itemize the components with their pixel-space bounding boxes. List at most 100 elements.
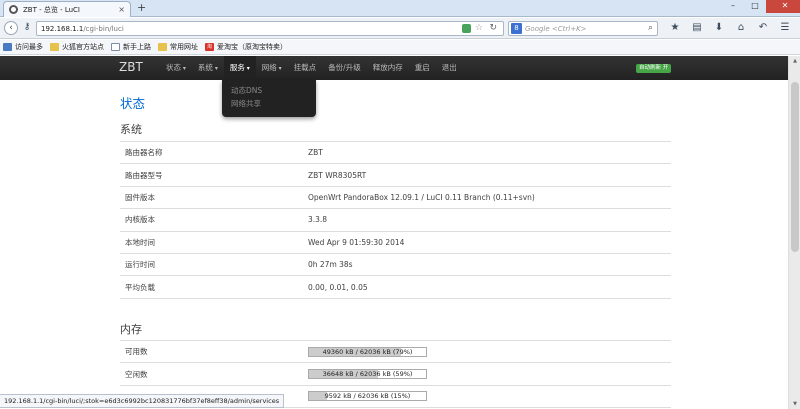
bookmark-star-icon[interactable]: ☆ — [475, 22, 483, 35]
menu-item[interactable]: 服务 ▾ — [223, 56, 256, 80]
url-host: 192.168.1.1 — [41, 24, 84, 33]
back-icon[interactable]: ‹ — [4, 21, 18, 35]
row-value: 9592 kB / 62036 kB (15%) — [308, 384, 671, 409]
minimize-button[interactable]: – — [722, 0, 744, 13]
browser-tab[interactable]: ZBT - 总览 - LuCI × — [3, 1, 131, 17]
menu-item[interactable]: 挂载点 — [288, 56, 323, 80]
brand-logo[interactable]: ZBT — [119, 60, 143, 74]
bookmark-list-icon[interactable]: ▤ — [686, 22, 708, 34]
memory-progress-bar: 9592 kB / 62036 kB (15%) — [308, 391, 427, 402]
status-bar-url: 192.168.1.1/cgi-bin/luci/;stok=e6d3c6992… — [0, 394, 285, 408]
row-label: 可用数 — [120, 339, 308, 363]
bookmark-label: 访问最多 — [15, 43, 43, 51]
scrollbar-thumb[interactable] — [791, 82, 799, 252]
menu-item-label: 释放内存 — [372, 63, 403, 72]
caret-down-icon: ▾ — [181, 65, 186, 72]
row-label: 平均负载 — [120, 275, 308, 299]
caret-down-icon: ▾ — [276, 65, 282, 72]
table-row: 可用数 49360 kB / 62036 kB (79%) — [120, 339, 671, 363]
row-value: ZBT WR8305RT — [308, 163, 671, 187]
bookmark-label: 新手上路 — [123, 43, 151, 51]
row-label: 路由器型号 — [120, 163, 308, 187]
undo-icon[interactable]: ↶ — [752, 22, 774, 34]
menu-item[interactable]: 网络 ▾ — [256, 56, 288, 80]
row-value: Wed Apr 9 01:59:30 2014 — [308, 230, 671, 254]
new-tab-button[interactable]: + — [137, 2, 146, 14]
navigation-toolbar: ‹ ⚷ 192.168.1.1/cgi-bin/luci ☆ ↻ 8 Googl… — [0, 18, 800, 39]
row-label: 空闲数 — [120, 362, 308, 386]
dropdown-item-network-share[interactable]: 网络共享 — [222, 97, 316, 110]
table-row: 平均负载 0.00, 0.01, 0.05 — [120, 275, 671, 299]
row-label: 运行时间 — [120, 252, 308, 276]
caret-down-icon: ▾ — [244, 65, 250, 72]
bookmark-item[interactable]: 淘爱淘宝（原淘宝特卖） — [205, 42, 287, 52]
url-bar[interactable]: 192.168.1.1/cgi-bin/luci ☆ ↻ — [36, 21, 504, 36]
menu-item[interactable]: 重启 — [409, 56, 436, 80]
toolbar-icons: ★ ▤ ⬇ ⌂ ↶ ☰ — [664, 22, 796, 34]
tab-favicon-icon — [9, 5, 18, 14]
menu-item-label: 系统 — [197, 63, 213, 72]
title-bar: ZBT - 总览 - LuCI × + – □ ✕ — [0, 0, 800, 17]
taobao-icon: 淘 — [205, 43, 214, 51]
maximize-button[interactable]: □ — [744, 0, 766, 13]
system-heading: 系统 — [120, 123, 142, 136]
menu-item[interactable]: 备份/升级 — [322, 56, 367, 80]
tab-close-icon[interactable]: × — [118, 5, 125, 14]
url-path: /cgi-bin/luci — [83, 24, 124, 33]
row-label: 内核版本 — [120, 208, 308, 232]
search-engine-icon[interactable]: 8 — [511, 23, 522, 34]
progress-label: 36648 kB / 62036 kB (59%) — [322, 370, 413, 379]
autorefresh-badge[interactable]: 自动刷新 开 — [636, 64, 672, 73]
scroll-down-icon[interactable]: ▼ — [789, 399, 800, 409]
search-input[interactable]: 8 Google <Ctrl+K> ⌕ — [508, 21, 658, 36]
table-row: 路由器型号 ZBT WR8305RT — [120, 163, 671, 187]
bookmark-label: 火狐官方站点 — [62, 43, 104, 51]
scroll-up-icon[interactable]: ▲ — [789, 56, 800, 66]
table-row: 固件版本 OpenWrt PandoraBox 12.09.1 / LuCI 0.… — [120, 185, 671, 209]
menu-item-label: 服务 — [229, 63, 245, 72]
menu-icon[interactable]: ☰ — [774, 22, 796, 34]
menu-item[interactable]: 系统 ▾ — [192, 56, 224, 80]
reload-icon[interactable]: ↻ — [489, 22, 497, 35]
table-row: 本地时间 Wed Apr 9 01:59:30 2014 — [120, 230, 671, 254]
bookmark-page-icon — [111, 43, 120, 51]
menu-item[interactable]: 释放内存 — [367, 56, 409, 80]
bookmarks-bar: 访问最多 火狐官方站点 新手上路 常用网址 淘爱淘宝（原淘宝特卖） — [0, 40, 800, 55]
window-controls: – □ ✕ — [722, 0, 800, 13]
system-table: 路由器名称 ZBT 路由器型号 ZBT WR8305RT 固件版本 OpenWrt Pan… — [120, 140, 671, 299]
close-window-button[interactable]: ✕ — [766, 0, 800, 13]
row-value: 36648 kB / 62036 kB (59%) — [308, 362, 671, 386]
page-title: 状态 — [120, 96, 146, 111]
table-row: 路由器名称 ZBT — [120, 140, 671, 164]
bookmark-item[interactable]: 常用网址 — [158, 42, 198, 52]
download-icon[interactable]: ⬇ — [708, 22, 730, 34]
row-value: OpenWrt PandoraBox 12.09.1 / LuCI 0.11 B… — [308, 185, 671, 209]
memory-progress-bar: 49360 kB / 62036 kB (79%) — [308, 346, 427, 357]
menu-item-label: 重启 — [414, 63, 430, 72]
row-value: 49360 kB / 62036 kB (79%) — [308, 339, 671, 363]
row-value: 0.00, 0.01, 0.05 — [308, 275, 671, 299]
menu-item[interactable]: 退出 — [436, 56, 463, 80]
menu-item-label: 退出 — [441, 63, 457, 72]
bookmark-item[interactable]: 新手上路 — [111, 42, 151, 52]
row-label: 固件版本 — [120, 185, 308, 209]
menu-item-label: 状态 — [166, 63, 181, 72]
home-icon[interactable]: ⌂ — [730, 22, 752, 34]
memory-heading: 内存 — [120, 323, 142, 336]
shield-icon[interactable] — [462, 24, 471, 33]
luci-header: ZBT 状态 ▾ 系统 ▾ 服务 ▾ 网络 ▾ 挂载点 备份/升级 释放内存 重启 退出 自动刷… — [0, 56, 788, 80]
bookmark-item[interactable]: 火狐官方站点 — [50, 42, 104, 52]
menu-item[interactable]: 状态 ▾ — [160, 56, 192, 80]
bookmark-folder-icon — [158, 43, 167, 51]
bookmark-item[interactable]: 访问最多 — [3, 42, 43, 52]
bookmark-star-icon[interactable]: ★ — [664, 22, 686, 34]
key-icon[interactable]: ⚷ — [20, 21, 34, 35]
search-icon[interactable]: ⌕ — [648, 22, 653, 35]
row-value: 0h 27m 38s — [308, 252, 671, 276]
table-row: 运行时间 0h 27m 38s — [120, 252, 671, 276]
progress-label: 9592 kB / 62036 kB (15%) — [324, 392, 411, 401]
scrollbar[interactable]: ▲ ▼ — [788, 56, 800, 409]
bookmark-folder-icon — [3, 43, 12, 51]
dropdown-item-ddns[interactable]: 动态DNS — [222, 84, 316, 97]
progress-label: 49360 kB / 62036 kB (79%) — [322, 347, 413, 356]
